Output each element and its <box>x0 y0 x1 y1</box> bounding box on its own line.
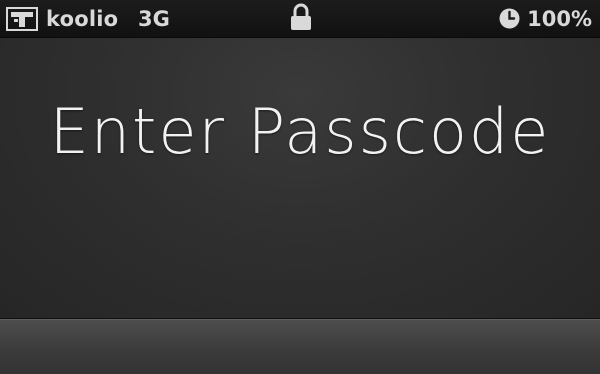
keypad-area[interactable] <box>0 318 600 374</box>
battery-percent: 100% <box>527 7 592 31</box>
status-bar: koolio 3G 100% <box>0 0 600 38</box>
lock-icon <box>290 3 312 31</box>
passcode-header: Enter Passcode <box>0 38 600 318</box>
carrier-logo-icon <box>6 7 38 31</box>
lock-screen: koolio 3G 100% Enter Passcode <box>0 0 600 374</box>
page-title: Enter Passcode <box>49 95 551 168</box>
carrier-name: koolio <box>46 7 119 31</box>
network-type: 3G <box>138 7 170 31</box>
clock-icon <box>499 8 520 29</box>
